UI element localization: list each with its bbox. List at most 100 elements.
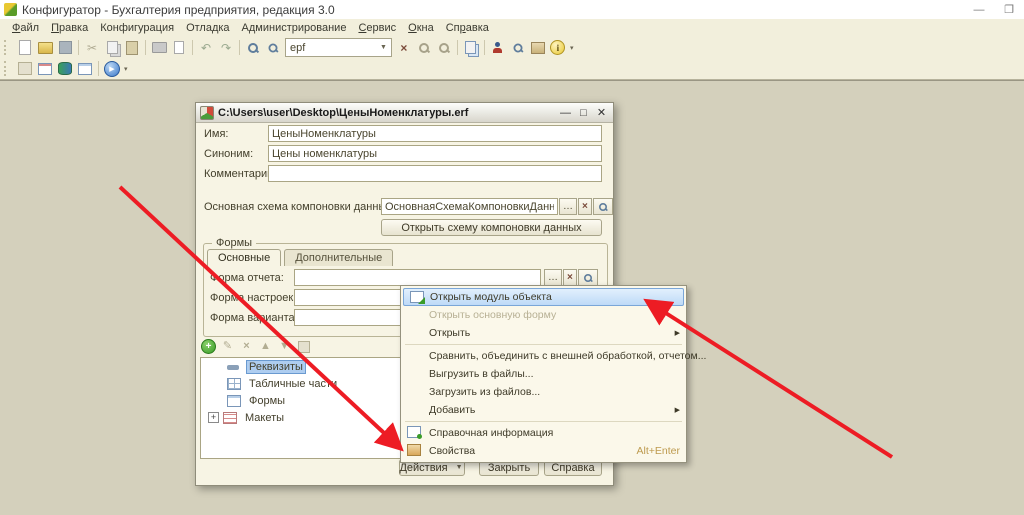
dialog-title: C:\Users\user\Desktop\ЦеныНоменклатуры.e…	[218, 107, 468, 119]
form-icon[interactable]	[15, 60, 35, 78]
tab-main-forms[interactable]: Основные	[207, 249, 281, 266]
secondary-toolbar: ▶ ▾	[0, 58, 1024, 80]
variant-form-label: Форма варианта:	[210, 312, 298, 324]
edit-button[interactable]: ✎	[220, 339, 235, 354]
undo-icon[interactable]: ↶	[196, 39, 216, 57]
menu-windows[interactable]: Окна	[402, 21, 440, 35]
dialog-titlebar[interactable]: C:\Users\user\Desktop\ЦеныНоменклатуры.e…	[196, 103, 613, 123]
move-down-button[interactable]: ▼	[277, 339, 292, 354]
menu-item-compare-merge[interactable]: Сравнить, объединить с внешней обработко…	[401, 347, 686, 365]
search-input[interactable]	[288, 40, 378, 55]
menu-service[interactable]: Сервис	[352, 21, 402, 35]
help-info-icon	[407, 426, 421, 438]
menu-item-add[interactable]: Добавить ▶	[401, 401, 686, 419]
schema-clear-button[interactable]: ×	[578, 198, 592, 215]
print-preview-icon[interactable]	[169, 39, 189, 57]
synonym-label: Синоним:	[204, 148, 253, 160]
print-icon[interactable]	[149, 39, 169, 57]
sort-button[interactable]	[296, 339, 311, 354]
schema-label: Основная схема компоновки данных:	[204, 201, 395, 213]
synonym-field[interactable]	[268, 145, 602, 162]
cut-icon[interactable]: ✂	[82, 39, 102, 57]
comment-label: Комментарий:	[204, 168, 276, 180]
info-icon[interactable]: i	[548, 39, 568, 57]
menu-item-import-from-files[interactable]: Загрузить из файлов...	[401, 383, 686, 401]
menu-debug[interactable]: Отладка	[180, 21, 235, 35]
report-form-clear-button[interactable]: ×	[563, 269, 577, 286]
copy-window-icon[interactable]	[461, 39, 481, 57]
copy-icon[interactable]	[102, 39, 122, 57]
open-icon[interactable]	[35, 39, 55, 57]
menubar: Файл Правка Конфигурация Отладка Админис…	[0, 19, 1024, 37]
context-menu: Открыть модуль объекта Открыть основную …	[400, 285, 687, 463]
forms-group-legend: Формы	[212, 237, 256, 249]
syntax-check-icon[interactable]	[528, 39, 548, 57]
name-field[interactable]	[268, 125, 602, 142]
add-button[interactable]: +	[201, 339, 216, 354]
minimize-button[interactable]: —	[968, 2, 990, 17]
titlebar: Конфигуратор - Бухгалтерия предприятия, …	[0, 0, 1024, 19]
main-toolbar: ✂ ↶ ↷ ▼ × i ▾	[0, 37, 1024, 58]
expand-icon[interactable]: +	[208, 412, 219, 423]
tree-toolbar: + ✎ × ▲ ▼	[201, 339, 311, 354]
menu-help[interactable]: Справка	[440, 21, 495, 35]
comment-field[interactable]	[268, 165, 602, 182]
workspace: C:\Users\user\Desktop\ЦеныНоменклатуры.e…	[0, 80, 1024, 515]
actions-dropdown-icon: ▼	[454, 464, 465, 471]
menu-configuration[interactable]: Конфигурация	[94, 21, 180, 35]
redo-icon[interactable]: ↷	[216, 39, 236, 57]
configurator-user-icon[interactable]	[488, 39, 508, 57]
dialog-minimize-button[interactable]: —	[558, 107, 573, 119]
settings-form-field[interactable]	[294, 289, 404, 306]
report-form-field[interactable]	[294, 269, 541, 286]
restore-button[interactable]: ❐	[998, 2, 1020, 17]
save-icon[interactable]	[55, 39, 75, 57]
menu-item-properties[interactable]: Свойства Alt+Enter	[401, 442, 686, 460]
paste-icon[interactable]	[122, 39, 142, 57]
delete-button[interactable]: ×	[239, 339, 254, 354]
report-form-choose-button[interactable]: …	[544, 269, 562, 286]
clear-search-icon[interactable]: ×	[394, 39, 414, 57]
menu-item-export-to-files[interactable]: Выгрузить в файлы...	[401, 365, 686, 383]
find-previous-icon[interactable]	[414, 39, 434, 57]
schema-open-icon[interactable]	[593, 198, 613, 215]
debug-run-icon[interactable]: ▶	[102, 60, 122, 78]
table-icon[interactable]	[75, 60, 95, 78]
menu-item-open-object-module[interactable]: Открыть модуль объекта	[403, 288, 684, 306]
toolbar-overflow-icon[interactable]: ▾	[568, 44, 576, 52]
menu-edit[interactable]: Правка	[45, 21, 94, 35]
search-dropdown-icon[interactable]: ▼	[378, 44, 389, 51]
search-combobox[interactable]: ▼	[285, 38, 392, 57]
find-icon[interactable]	[243, 39, 263, 57]
variant-form-field[interactable]	[294, 309, 404, 326]
debug-run-dropdown-icon[interactable]: ▾	[122, 65, 130, 73]
report-form-open-icon[interactable]	[578, 269, 598, 286]
shortcut-label: Alt+Enter	[637, 445, 680, 457]
dialog-maximize-button[interactable]: □	[576, 107, 591, 119]
toolbar-grip[interactable]	[4, 61, 11, 76]
menu-item-help-info[interactable]: Справочная информация	[401, 424, 686, 442]
database-icon[interactable]	[55, 60, 75, 78]
syntax-help-icon[interactable]	[508, 39, 528, 57]
toolbar-grip[interactable]	[4, 40, 11, 55]
menu-item-open-main-form: Открыть основную форму	[401, 306, 686, 324]
menu-item-open[interactable]: Открыть ▶	[401, 324, 686, 342]
configuration-check-icon[interactable]	[35, 60, 55, 78]
menu-separator	[405, 421, 682, 422]
dialog-close-button[interactable]: ✕	[594, 106, 609, 119]
attributes-icon	[227, 361, 241, 373]
move-up-button[interactable]: ▲	[258, 339, 273, 354]
schema-choose-button[interactable]: …	[559, 198, 577, 215]
settings-form-label: Форма настроек:	[210, 292, 296, 304]
tab-additional-forms[interactable]: Дополнительные	[284, 249, 393, 266]
schema-field[interactable]	[381, 198, 558, 215]
layouts-icon	[223, 412, 237, 424]
new-document-icon[interactable]	[15, 39, 35, 57]
menu-administration[interactable]: Администрирование	[236, 21, 353, 35]
find-next-icon[interactable]	[434, 39, 454, 57]
find-settings-icon[interactable]	[263, 39, 283, 57]
forms-icon	[227, 395, 241, 407]
menu-file[interactable]: Файл	[6, 21, 45, 35]
app-logo-icon	[4, 3, 17, 16]
open-schema-button[interactable]: Открыть схему компоновки данных	[381, 219, 602, 236]
